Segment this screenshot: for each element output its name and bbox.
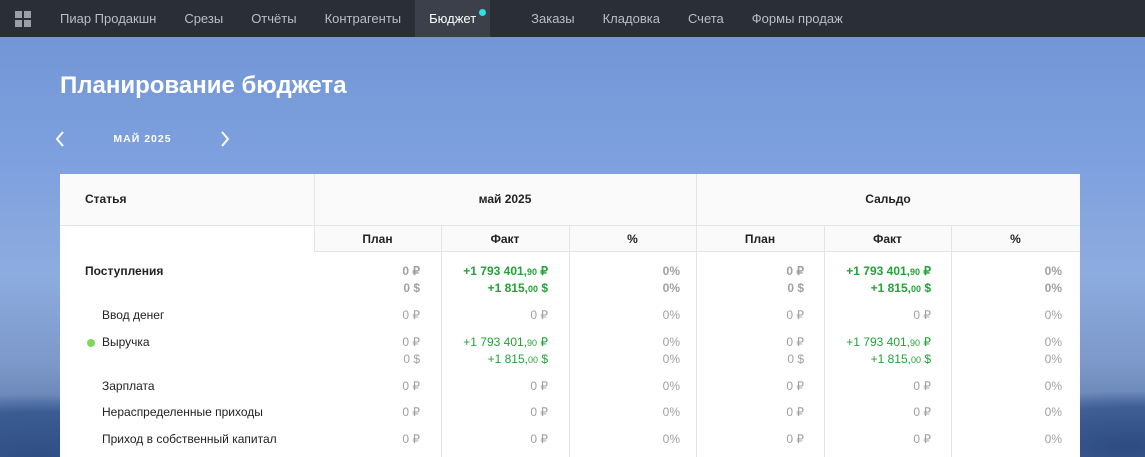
page-title: Планирование бюджета bbox=[60, 72, 347, 99]
plan-rub: 0 ₽ bbox=[402, 335, 420, 349]
pct-usd: 0% bbox=[662, 281, 680, 295]
row-label: Нераспределенные приходы bbox=[102, 405, 263, 419]
saldo-plan-value: 0 ₽ bbox=[786, 379, 804, 393]
chevron-right-icon[interactable] bbox=[217, 128, 233, 150]
pct-value: 0% bbox=[662, 405, 680, 419]
saldo-pct-rub: 0% bbox=[1044, 264, 1062, 278]
pct-value: 0% bbox=[662, 432, 680, 446]
saldo-pct-value: 0% bbox=[1044, 405, 1062, 419]
fact-value: 0 ₽ bbox=[530, 432, 548, 446]
saldo-plan-value: 0 ₽ bbox=[786, 432, 804, 446]
saldo-pct-usd: 0% bbox=[1044, 352, 1062, 366]
header-saldo-plan: План bbox=[744, 232, 776, 246]
nav-item-contractors[interactable]: Контрагенты bbox=[311, 0, 416, 37]
nav-item-budget[interactable]: Бюджет bbox=[415, 0, 491, 37]
chevron-left-icon[interactable] bbox=[52, 128, 68, 150]
period-switcher: МАЙ 2025 bbox=[52, 128, 233, 150]
fact-value: 0 ₽ bbox=[530, 308, 548, 322]
saldo-plan-usd: 0 $ bbox=[787, 281, 804, 295]
pct-value: 0% bbox=[662, 308, 680, 322]
status-dot bbox=[87, 339, 95, 347]
budget-table: Статья май 2025 Сальдо План Факт % План … bbox=[60, 174, 1080, 457]
row-label: Ввод денег bbox=[102, 308, 165, 322]
saldo-fact-value: 0 ₽ bbox=[913, 308, 931, 322]
top-nav: Пиар Продакшн Срезы Отчёты Контрагенты Б… bbox=[0, 0, 1145, 37]
header-plan: План bbox=[362, 232, 393, 246]
fact-usd: +1 815,00 $ bbox=[487, 352, 548, 366]
saldo-plan-rub: 0 ₽ bbox=[786, 335, 804, 349]
fact-rub: +1 793 401,90 ₽ bbox=[463, 335, 548, 349]
nav-item-invoices[interactable]: Счета bbox=[674, 0, 738, 37]
header-saldo-fact: Факт bbox=[873, 232, 902, 246]
pct-usd: 0% bbox=[662, 352, 680, 366]
saldo-fact-rub: +1 793 401,90 ₽ bbox=[846, 264, 931, 278]
plan-value: 0 ₽ bbox=[402, 308, 420, 322]
plan-usd: 0 $ bbox=[403, 281, 420, 295]
saldo-fact-rub: +1 793 401,90 ₽ bbox=[846, 335, 931, 349]
saldo-fact-value: 0 ₽ bbox=[913, 379, 931, 393]
nav-item-piar-production[interactable]: Пиар Продакшн bbox=[46, 0, 170, 37]
plan-value: 0 ₽ bbox=[402, 405, 420, 419]
saldo-pct-value: 0% bbox=[1044, 379, 1062, 393]
nav-item-budget-label: Бюджет bbox=[429, 11, 477, 26]
saldo-plan-usd: 0 $ bbox=[787, 352, 804, 366]
header-fact: Факт bbox=[490, 232, 520, 246]
header-article: Статья bbox=[85, 192, 127, 206]
plan-value: 0 ₽ bbox=[402, 432, 420, 446]
plan-usd: 0 $ bbox=[403, 352, 420, 366]
header-saldo: Сальдо bbox=[865, 192, 911, 206]
saldo-plan-value: 0 ₽ bbox=[786, 405, 804, 419]
saldo-pct-value: 0% bbox=[1044, 432, 1062, 446]
saldo-pct-usd: 0% bbox=[1044, 281, 1062, 295]
row-label: Поступления bbox=[85, 264, 164, 278]
nav-item-sales-forms[interactable]: Формы продаж bbox=[738, 0, 857, 37]
fact-usd: +1 815,00 $ bbox=[487, 281, 548, 295]
header-pct: % bbox=[627, 232, 638, 246]
saldo-plan-value: 0 ₽ bbox=[786, 308, 804, 322]
fact-value: 0 ₽ bbox=[530, 405, 548, 419]
period-label: МАЙ 2025 bbox=[113, 133, 172, 145]
saldo-pct-value: 0% bbox=[1044, 308, 1062, 322]
plan-rub: 0 ₽ bbox=[402, 264, 420, 278]
nav-item-orders[interactable]: Заказы bbox=[517, 0, 588, 37]
saldo-plan-rub: 0 ₽ bbox=[786, 264, 804, 278]
saldo-pct-rub: 0% bbox=[1044, 335, 1062, 349]
header-saldo-pct: % bbox=[1010, 232, 1021, 246]
pct-rub: 0% bbox=[662, 264, 680, 278]
header-month: май 2025 bbox=[478, 192, 532, 206]
saldo-fact-value: 0 ₽ bbox=[913, 405, 931, 419]
pct-rub: 0% bbox=[662, 335, 680, 349]
nav-item-storage[interactable]: Кладовка bbox=[589, 0, 674, 37]
nav-item-slices[interactable]: Срезы bbox=[170, 0, 237, 37]
row-label: Приход в собственный капитал bbox=[102, 432, 277, 446]
row-label: Выручка bbox=[102, 335, 150, 349]
nav-item-reports[interactable]: Отчёты bbox=[237, 0, 310, 37]
plan-value: 0 ₽ bbox=[402, 379, 420, 393]
row-label: Зарплата bbox=[102, 379, 155, 393]
saldo-fact-usd: +1 815,00 $ bbox=[870, 281, 931, 295]
fact-value: 0 ₽ bbox=[530, 379, 548, 393]
pct-value: 0% bbox=[662, 379, 680, 393]
fact-rub: +1 793 401,90 ₽ bbox=[463, 264, 548, 278]
grid-icon[interactable] bbox=[0, 0, 46, 37]
saldo-fact-value: 0 ₽ bbox=[913, 432, 931, 446]
notification-dot bbox=[479, 9, 487, 16]
saldo-fact-usd: +1 815,00 $ bbox=[870, 352, 931, 366]
